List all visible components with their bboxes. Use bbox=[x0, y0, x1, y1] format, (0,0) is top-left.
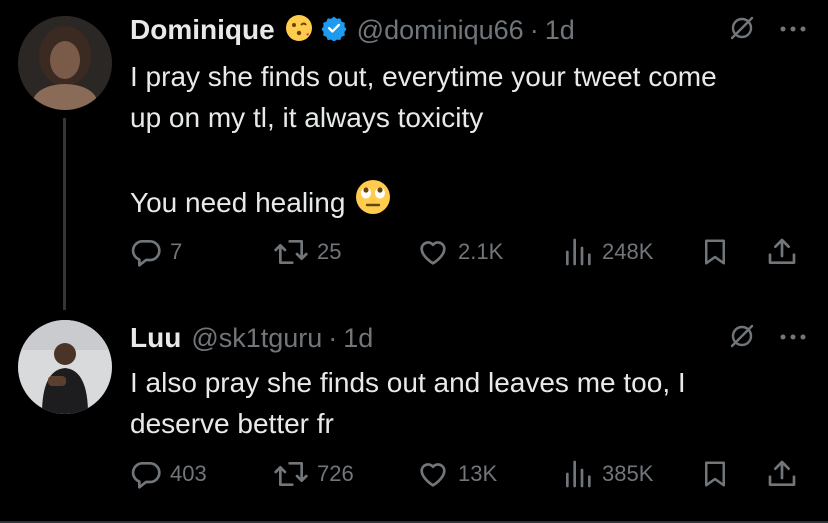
timestamp[interactable]: 1d bbox=[545, 15, 575, 46]
handle[interactable]: @dominiqu66 bbox=[357, 15, 524, 46]
more-options-icon[interactable] bbox=[778, 329, 808, 347]
like-count: 2.1K bbox=[458, 239, 504, 264]
more-options-icon[interactable] bbox=[778, 21, 808, 39]
share-button[interactable] bbox=[766, 454, 798, 494]
views-button[interactable]: 385K bbox=[562, 454, 653, 494]
separator: · bbox=[328, 322, 338, 353]
tweet-text-line-with-emoji: You need healing bbox=[130, 179, 810, 226]
tweet-text-line: up on my tl, it always toxicity bbox=[130, 102, 484, 133]
view-count: 248K bbox=[602, 239, 654, 264]
analytics-icon bbox=[566, 460, 591, 488]
display-name[interactable]: Luu bbox=[130, 322, 181, 354]
heart-icon bbox=[420, 463, 446, 487]
eye-roll-emoji-icon bbox=[355, 179, 391, 226]
retweet-icon bbox=[274, 462, 308, 486]
tweet-actions: 403 726 13K 385K bbox=[130, 454, 810, 494]
avatar-luu[interactable] bbox=[18, 320, 112, 414]
retweet-button[interactable]: 25 bbox=[273, 232, 341, 272]
retweet-icon bbox=[274, 240, 308, 264]
tweet-header: Luu @sk1tguru · 1d bbox=[130, 320, 808, 356]
grok-slash-icon[interactable] bbox=[728, 14, 756, 47]
tweet-text-line: I pray she finds out, everytime your twe… bbox=[130, 61, 717, 92]
verified-badge-icon[interactable] bbox=[321, 15, 347, 46]
share-icon bbox=[768, 238, 796, 264]
tweet-actions: 7 25 2.1K 248K bbox=[130, 232, 810, 272]
thread-line bbox=[63, 118, 66, 310]
views-button[interactable]: 248K bbox=[562, 232, 653, 272]
tweet-text-blank bbox=[130, 138, 810, 179]
avatar-dominique[interactable] bbox=[18, 16, 112, 110]
tweet-1[interactable]: Dominique @dominiqu66 · 1d I pray she fi… bbox=[0, 0, 828, 310]
tweet-text-line: deserve better fr bbox=[130, 408, 334, 439]
reply-count: 7 bbox=[170, 239, 183, 264]
analytics-icon bbox=[566, 238, 591, 266]
reply-icon bbox=[131, 462, 161, 489]
separator: · bbox=[529, 14, 539, 45]
share-icon bbox=[768, 460, 796, 486]
share-button[interactable] bbox=[766, 232, 798, 272]
display-name[interactable]: Dominique bbox=[130, 14, 275, 46]
heart-icon bbox=[420, 241, 446, 265]
reply-count: 403 bbox=[170, 461, 207, 486]
bookmark-icon bbox=[705, 461, 725, 487]
timestamp[interactable]: 1d bbox=[343, 323, 373, 354]
tweet-text-line: I also pray she finds out and leaves me … bbox=[130, 367, 686, 398]
tweet-text: I also pray she finds out and leaves me … bbox=[130, 362, 810, 444]
tweet-text: I pray she finds out, everytime your twe… bbox=[130, 56, 810, 226]
reply-button[interactable]: 7 bbox=[130, 232, 182, 272]
bookmark-button[interactable] bbox=[700, 232, 730, 272]
retweet-count: 25 bbox=[317, 239, 342, 264]
like-count: 13K bbox=[458, 461, 498, 486]
handle[interactable]: @sk1tguru bbox=[191, 323, 322, 354]
tweet-header: Dominique @dominiqu66 · 1d bbox=[130, 12, 808, 48]
like-button[interactable]: 2.1K bbox=[416, 232, 503, 272]
retweet-button[interactable]: 726 bbox=[273, 454, 354, 494]
tweet-2[interactable]: Luu @sk1tguru · 1d I also pray she finds… bbox=[0, 310, 828, 523]
view-count: 385K bbox=[602, 461, 654, 486]
grok-slash-icon[interactable] bbox=[728, 322, 756, 355]
tweet-text-line: You need healing bbox=[130, 187, 346, 218]
reply-button[interactable]: 403 bbox=[130, 454, 207, 494]
like-button[interactable]: 13K bbox=[416, 454, 497, 494]
kissing-face-emoji-icon bbox=[285, 14, 313, 47]
retweet-count: 726 bbox=[317, 461, 354, 486]
bookmark-button[interactable] bbox=[700, 454, 730, 494]
bookmark-icon bbox=[705, 239, 725, 265]
reply-icon bbox=[131, 240, 161, 267]
